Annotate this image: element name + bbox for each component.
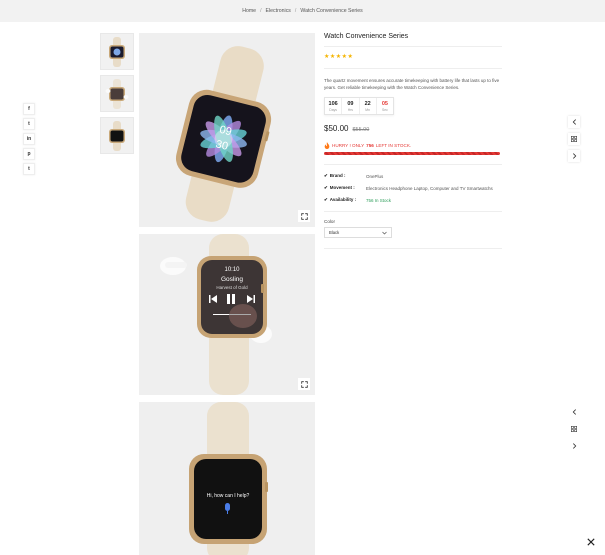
rating-stars: ★★★★★ xyxy=(324,54,354,60)
breadcrumb-separator: / xyxy=(294,8,297,14)
product-image-1[interactable]: 09 30 xyxy=(139,33,315,227)
divider xyxy=(324,248,502,249)
watch-image: 10:10 Gosling Harvest of Gold xyxy=(160,234,272,395)
breadcrumb: Home / Electronics / Watch Convenience S… xyxy=(0,0,605,22)
product-image-2[interactable]: 10:10 Gosling Harvest of Gold xyxy=(139,234,315,395)
color-label: Color xyxy=(324,219,335,224)
watch-thumbnail-image xyxy=(109,120,125,151)
chevron-left-icon[interactable] xyxy=(568,116,580,128)
meta-movement: ✔ Movement : Electronics Headphone Laptop… xyxy=(324,182,502,194)
chevron-left-icon[interactable] xyxy=(568,406,580,418)
countdown-days: 106 Days xyxy=(325,98,343,114)
color-select[interactable]: Black xyxy=(324,227,392,238)
tumblr-icon[interactable]: t xyxy=(23,163,35,175)
linkedin-icon[interactable]: in xyxy=(23,133,35,145)
countdown-label: Mn xyxy=(365,107,370,112)
color-select-value: Black xyxy=(329,230,340,235)
chevron-right-icon[interactable] xyxy=(568,440,580,452)
countdown-value: 22 xyxy=(364,100,371,107)
watch-clock: 10:10 xyxy=(224,267,240,273)
product-image-3[interactable]: Hi, how can I help? xyxy=(139,402,315,555)
thumbnail-list xyxy=(100,33,134,154)
grid-icon[interactable] xyxy=(568,133,580,145)
countdown-label: Days xyxy=(329,107,337,112)
countdown-minutes: 22 Mn xyxy=(360,98,377,114)
old-price: $55.00 xyxy=(352,127,370,133)
countdown-label: Sec xyxy=(381,107,388,112)
pinterest-icon[interactable]: p xyxy=(23,148,35,160)
twitter-icon[interactable]: t xyxy=(23,118,35,130)
breadcrumb-category[interactable]: Electronics xyxy=(266,8,291,14)
stock-alert-suffix: LEFT IN STOCK. xyxy=(375,143,412,148)
product-title: Watch Convenience Series xyxy=(324,33,502,47)
breadcrumb-separator: / xyxy=(260,8,262,14)
side-controls-top xyxy=(567,116,581,162)
current-price: $50.00 xyxy=(324,124,349,133)
thumbnail-3[interactable] xyxy=(100,117,134,154)
grid-icon[interactable] xyxy=(568,423,580,435)
price-row: $50.00 $55.00 xyxy=(324,124,502,133)
expand-icon[interactable] xyxy=(298,210,310,222)
movement-value[interactable]: Electronics Headphone Laptop, Computer a… xyxy=(366,186,493,191)
meta-brand: ✔ Brand : OnePlus xyxy=(324,170,502,182)
meta-availability: ✔ Availability : 756 In Stock xyxy=(324,194,502,206)
divider xyxy=(324,68,502,69)
product-gallery: 09 30 10:10 Gosling Harvest of Gold Hi, … xyxy=(139,33,315,555)
product-meta: ✔ Brand : OnePlus ✔ Movement : Electronics… xyxy=(324,164,502,206)
side-controls-bottom xyxy=(567,406,581,452)
chevron-down-icon xyxy=(382,231,387,234)
expand-icon[interactable] xyxy=(298,378,310,390)
countdown-timer: 106 Days 09 Hrs 22 Mn 05 Sec xyxy=(324,97,394,115)
close-icon[interactable] xyxy=(586,537,596,547)
meta-label: Brand : xyxy=(329,173,346,178)
countdown-value: 09 xyxy=(347,100,354,107)
availability-value: 756 In Stock xyxy=(366,197,392,203)
color-selector: Color Black xyxy=(324,211,502,238)
song-title: Gosling xyxy=(221,276,243,283)
product-info: Watch Convenience Series ★★★★★ The quart… xyxy=(324,33,502,249)
countdown-seconds: 05 Sec xyxy=(377,98,393,114)
assistant-prompt: Hi, how can I help? xyxy=(207,493,250,499)
stock-alert: HURRY ! ONLY 756 LEFT IN STOCK. xyxy=(324,142,502,149)
facebook-icon[interactable]: f xyxy=(23,103,35,115)
stock-alert-count: 756 xyxy=(366,143,374,148)
countdown-value: 106 xyxy=(328,100,338,107)
breadcrumb-home[interactable]: Home xyxy=(242,8,256,14)
countdown-hours: 09 Hrs xyxy=(342,98,360,114)
stock-progress-bar xyxy=(324,152,500,155)
stock-alert-prefix: HURRY ! ONLY xyxy=(332,143,365,148)
product-description: The quartz movement ensures accurate tim… xyxy=(324,78,500,90)
brand-value[interactable]: OnePlus xyxy=(366,174,383,179)
fire-icon xyxy=(324,142,330,149)
song-album: Harvest of Gold xyxy=(216,285,248,290)
check-icon: ✔ xyxy=(324,185,328,190)
countdown-value: 05 xyxy=(381,100,388,107)
meta-label: Movement : xyxy=(329,185,355,190)
countdown-label: Hrs xyxy=(347,107,354,112)
watch-thumbnail-image xyxy=(105,78,129,109)
watch-image: 09 30 xyxy=(175,46,272,222)
social-share-bar: f t in p t xyxy=(23,103,35,175)
thumbnail-2[interactable] xyxy=(100,75,134,112)
chevron-right-icon[interactable] xyxy=(568,150,580,162)
watch-thumbnail-image xyxy=(109,36,125,67)
watch-image: Hi, how can I help? xyxy=(189,402,268,555)
check-icon: ✔ xyxy=(324,173,328,178)
breadcrumb-current: Watch Convenience Series xyxy=(300,8,363,14)
meta-label: Availability : xyxy=(329,197,357,202)
check-icon: ✔ xyxy=(324,197,328,202)
thumbnail-1[interactable] xyxy=(100,33,134,70)
